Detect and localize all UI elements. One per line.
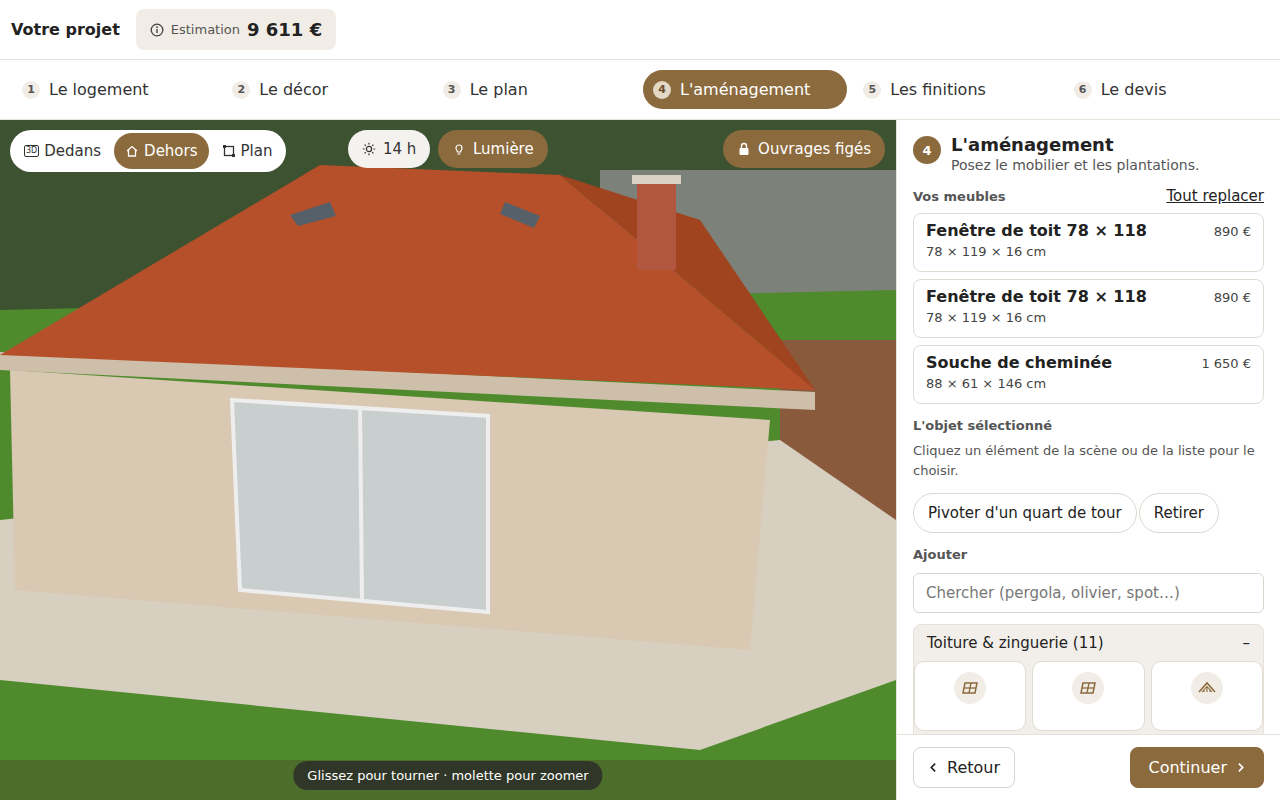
category-header[interactable]: Toiture & zinguerie (11) – [914,625,1263,661]
plan-icon [222,144,236,158]
step-tab[interactable]: 5 Les finitions [853,70,1057,109]
panel-footer: Retour Continuer [897,734,1280,800]
side-panel: 4 L'aménagement Posez le mobilier et les p… [896,120,1280,800]
search-input[interactable] [913,573,1264,613]
light-button[interactable]: Lumière [438,130,548,168]
lock-button[interactable]: Ouvrages figés [723,130,885,168]
time-button[interactable]: 14 h [348,130,430,168]
action-button[interactable]: Retirer [1139,493,1219,533]
view-mode-label: Dedans [44,142,101,160]
step-label: Le décor [259,80,328,99]
view-mode-label: Dehors [144,142,197,160]
step-label: Le plan [470,80,528,99]
furniture-dims: 88 × 61 × 146 cm [926,376,1251,391]
view-mode-button[interactable]: Plan [211,133,284,169]
scene-3d[interactable]: 3D Dedans Dehors Plan 14 h Lumière Ouvrages fi… [0,120,896,800]
category-tiles [914,661,1263,734]
selected-heading: L'objet sélectionné [913,418,1264,433]
step-number: 1 [22,81,40,99]
roof-icon [1197,678,1217,698]
furniture-name: Fenêtre de toit 78 × 118 [926,287,1147,306]
top-bar: Votre projet Estimation 9 611 € [0,0,1280,60]
catalog-tile[interactable] [914,661,1026,731]
roof-window-icon [960,678,980,698]
category-toggle[interactable]: – [1243,634,1251,652]
bulb-icon [452,142,466,156]
furniture-dims: 78 × 119 × 16 cm [926,244,1251,259]
step-tab[interactable]: 2 Le décor [222,70,426,109]
furniture-card[interactable]: Fenêtre de toit 78 × 118 890 € 78 × 119 × … [913,213,1264,272]
chevron-right-icon [1235,762,1246,773]
step-label: Le devis [1101,80,1167,99]
furniture-name: Souche de cheminée [926,353,1112,372]
back-button[interactable]: Retour [913,747,1015,788]
light-label: Lumière [473,140,534,158]
chevron-left-icon [928,762,939,773]
estimate-label: Estimation [171,22,240,37]
step-tab[interactable]: 4 L'aménagement [643,70,847,109]
steps-bar: 1 Le logement 2 Le décor 3 Le plan 4 L'aménagem… [0,60,1280,120]
furniture-price: 890 € [1214,290,1251,305]
roof-window-icon [1078,678,1098,698]
scene-hint: Glissez pour tourner · molette pour zoom… [293,761,602,790]
step-number: 6 [1074,81,1092,99]
step-number: 4 [653,81,671,99]
step-number: 2 [232,81,250,99]
category-accordion: Toiture & zinguerie (11) – [913,624,1264,734]
panel-subtitle: Posez le mobilier et les plantations. [951,157,1199,173]
view-mode-switch: 3D Dedans Dehors Plan [10,130,286,172]
category-label: Toiture & zinguerie (11) [927,634,1104,652]
view-mode-label: Plan [241,142,273,160]
furniture-heading: Vos meubles [913,189,1005,204]
furniture-price: 1 650 € [1201,356,1251,371]
step-number: 5 [863,81,881,99]
configurator-app: Votre projet Estimation 9 611 € 1 Le logemen… [0,0,1280,800]
house-render[interactable] [0,120,896,800]
continue-button[interactable]: Continuer [1130,747,1264,788]
sun-icon [362,142,376,156]
time-label: 14 h [383,140,416,158]
view-mode-button[interactable]: 3D Dedans [13,133,112,169]
action-button[interactable]: Pivoter d'un quart de tour [913,493,1137,533]
add-heading: Ajouter [913,547,1264,562]
estimate-value: 9 611 € [247,19,322,40]
furniture-list: Fenêtre de toit 78 × 118 890 € 78 × 119 × … [913,213,1264,404]
view-mode-button[interactable]: Dehors [114,133,208,169]
step-label: Les finitions [890,80,986,99]
3d-icon: 3D [24,145,39,157]
lock-label: Ouvrages figés [758,140,871,158]
step-tab[interactable]: 3 Le plan [433,70,637,109]
replace-all-link[interactable]: Tout replacer [1166,187,1264,205]
panel-header: 4 L'aménagement Posez le mobilier et les p… [913,134,1264,173]
lock-icon [737,142,751,156]
info-icon [150,23,164,37]
furniture-name: Fenêtre de toit 78 × 118 [926,221,1147,240]
step-label: Le logement [49,80,149,99]
step-tab[interactable]: 1 Le logement [12,70,216,109]
catalog-tile[interactable] [1032,661,1144,731]
panel-step-number: 4 [913,136,941,164]
furniture-card[interactable]: Souche de cheminée 1 650 € 88 × 61 × 146 c… [913,345,1264,404]
selected-help: Cliquez un élément de la scène ou de la … [913,441,1264,481]
panel-content: 4 L'aménagement Posez le mobilier et les p… [897,120,1280,734]
step-label: L'aménagement [680,80,810,99]
house-icon [125,144,139,158]
catalog-tile[interactable] [1151,661,1263,731]
step-number: 3 [443,81,461,99]
furniture-dims: 78 × 119 × 16 cm [926,310,1251,325]
furniture-price: 890 € [1214,224,1251,239]
panel-title: L'aménagement [951,134,1199,155]
main-area: 3D Dedans Dehors Plan 14 h Lumière Ouvrages fi… [0,120,1280,800]
step-tab[interactable]: 6 Le devis [1064,70,1268,109]
furniture-header: Vos meubles Tout replacer [913,187,1264,205]
estimate-pill: Estimation 9 611 € [136,9,336,50]
project-label: Votre projet [11,20,120,39]
selected-actions: Pivoter d'un quart de tourRetirer [913,493,1264,533]
furniture-card[interactable]: Fenêtre de toit 78 × 118 890 € 78 × 119 × … [913,279,1264,338]
